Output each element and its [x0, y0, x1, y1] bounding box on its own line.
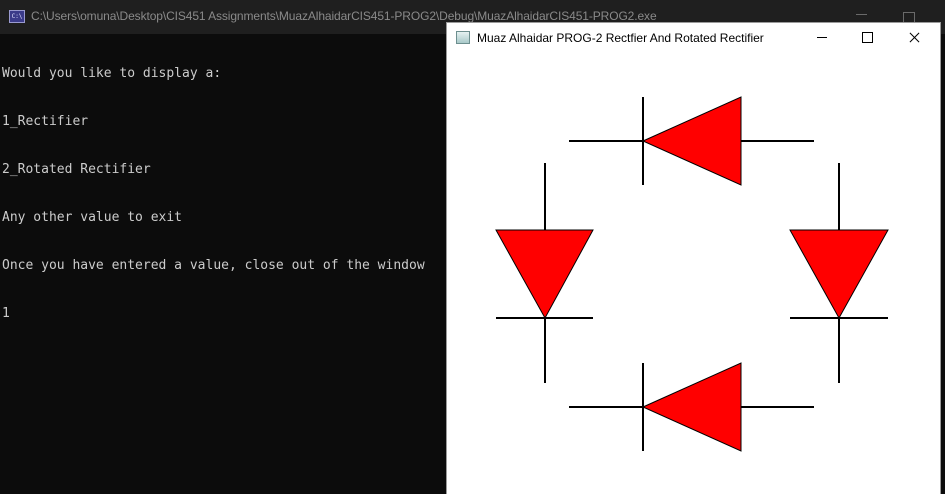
console-output[interactable]: Would you like to display a: 1_Rectifier… — [2, 34, 452, 354]
diode-left — [495, 163, 594, 383]
plot-window[interactable]: Muaz Alhaidar PROG-2 Rectfier And Rotate… — [447, 23, 940, 494]
anode-triangle — [495, 229, 594, 320]
console-maximize-button[interactable] — [903, 12, 915, 23]
anode-triangle — [641, 362, 742, 452]
console-line: Any other value to exit — [2, 210, 183, 225]
anode-triangle — [789, 229, 889, 320]
diode-right — [789, 163, 889, 383]
console-input-value: 1 — [2, 306, 10, 321]
diode-top — [569, 96, 814, 186]
console-window-title: C:\Users\omuna\Desktop\CIS451 Assignment… — [31, 9, 657, 23]
console-line: 2_Rotated Rectifier — [2, 162, 151, 177]
anode-triangle — [641, 96, 742, 186]
console-line: Once you have entered a value, close out… — [2, 258, 425, 273]
console-line: Would you like to display a: — [2, 66, 222, 81]
diode-bottom — [569, 362, 814, 452]
console-minimize-button[interactable] — [856, 8, 868, 20]
console-app-icon: C:\ — [9, 10, 25, 23]
console-line: 1_Rectifier — [2, 114, 89, 129]
rectifier-canvas — [495, 96, 889, 452]
